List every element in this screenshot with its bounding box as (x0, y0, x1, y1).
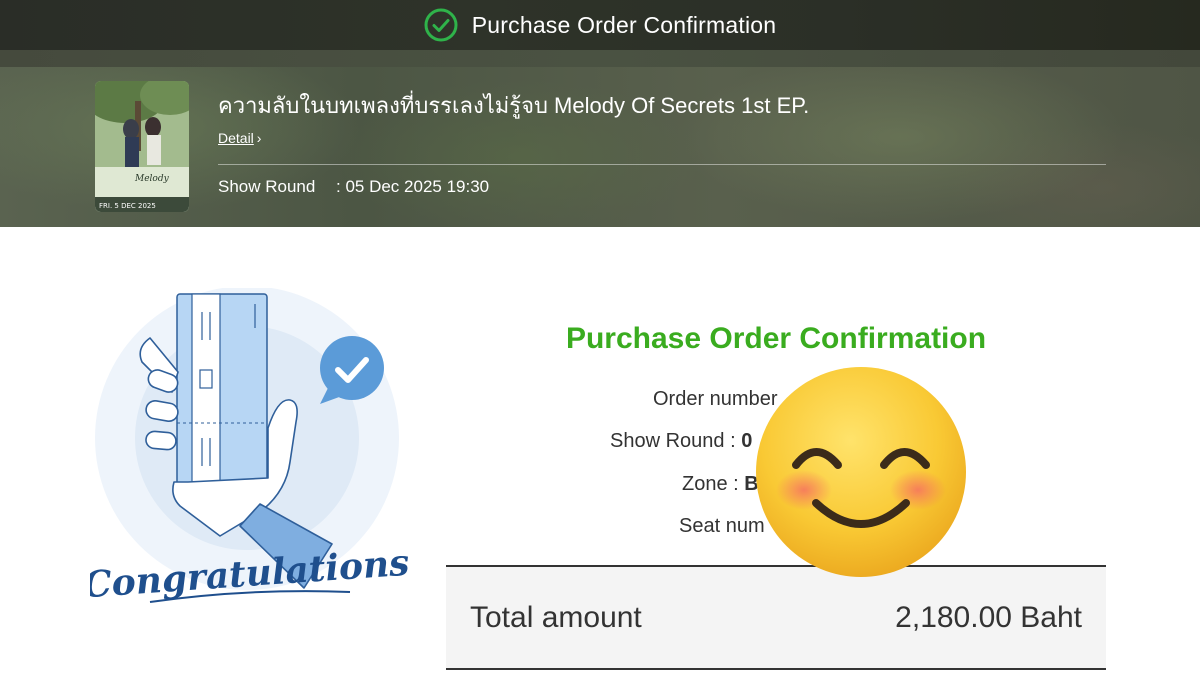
show-round-row: Show Round : 0 (610, 430, 752, 453)
svg-text:Melody: Melody (134, 174, 170, 184)
total-amount-box: Total amount 2,180.00 Baht (446, 565, 1106, 670)
order-show-round-value: 0 (741, 430, 753, 452)
event-poster[interactable]: Melody FRI. 5 DEC 2025 (95, 81, 189, 212)
total-amount-value: 2,180.00 Baht (895, 601, 1082, 634)
show-round-label: Show Round (218, 177, 316, 196)
banner-backdrop (0, 50, 1200, 67)
detail-link-label[interactable]: Detail (218, 130, 254, 146)
order-show-round-label: Show Round : (610, 430, 736, 452)
zone-row: Zone : B (682, 473, 759, 496)
check-circle-icon (424, 8, 458, 42)
congratulations-illustration: Congratulations (90, 288, 410, 606)
total-amount-label: Total amount (470, 601, 642, 634)
order-heading: Purchase Order Confirmation (565, 322, 987, 355)
poster-date-text: FRI. 5 DEC 2025 (99, 202, 156, 210)
chevron-right-icon: › (256, 130, 262, 146)
ticket-icon (176, 293, 268, 491)
smiling-face-emoji-icon (756, 367, 966, 577)
event-title: ความลับในบทเพลงที่บรรเลงไม่รู้จบ Melody … (218, 93, 810, 118)
zone-label: Zone : (682, 473, 739, 495)
top-bar: Purchase Order Confirmation (0, 0, 1200, 50)
detail-link[interactable]: Detail › (218, 130, 261, 146)
seat-label: Seat num (679, 515, 765, 537)
seat-row: Seat num (679, 515, 765, 538)
page-title: Purchase Order Confirmation (471, 11, 777, 38)
banner-divider (218, 164, 1106, 165)
show-round-value: : 05 Dec 2025 19:30 (336, 177, 490, 196)
